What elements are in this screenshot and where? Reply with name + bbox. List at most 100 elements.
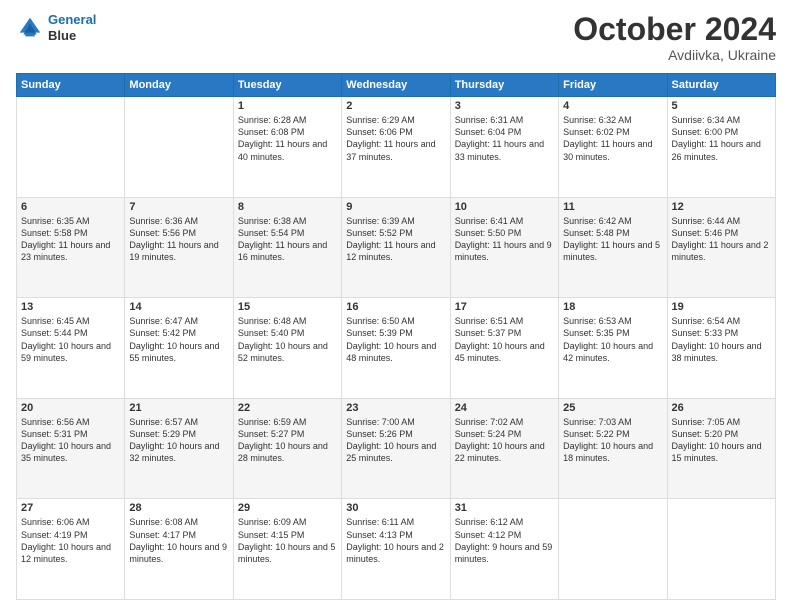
day-info: Sunrise: 6:50 AMSunset: 5:39 PMDaylight:… bbox=[346, 315, 445, 364]
day-info: Sunrise: 6:56 AMSunset: 5:31 PMDaylight:… bbox=[21, 416, 120, 465]
day-info: Sunrise: 6:09 AMSunset: 4:15 PMDaylight:… bbox=[238, 516, 337, 565]
day-info: Sunrise: 7:05 AMSunset: 5:20 PMDaylight:… bbox=[672, 416, 771, 465]
day-info: Sunrise: 6:38 AMSunset: 5:54 PMDaylight:… bbox=[238, 215, 337, 264]
day-info: Sunrise: 6:59 AMSunset: 5:27 PMDaylight:… bbox=[238, 416, 337, 465]
calendar-cell: 11Sunrise: 6:42 AMSunset: 5:48 PMDayligh… bbox=[559, 197, 667, 298]
title-location: Avdiivka, Ukraine bbox=[573, 47, 776, 63]
calendar-week-row: 6Sunrise: 6:35 AMSunset: 5:58 PMDaylight… bbox=[17, 197, 776, 298]
calendar-cell: 4 Sunrise: 6:32 AMSunset: 6:02 PMDaylight… bbox=[559, 97, 667, 198]
calendar-cell: 12 Sunrise: 6:44 AMSunset: 5:46 PMDayligh… bbox=[667, 197, 775, 298]
day-info: Sunrise: 6:45 AMSunset: 5:44 PMDaylight:… bbox=[21, 315, 120, 364]
day-number: 6 bbox=[21, 201, 120, 213]
calendar-cell: 30 Sunrise: 6:11 AMSunset: 4:13 PMDayligh… bbox=[342, 499, 450, 600]
day-number: 3 bbox=[455, 100, 554, 112]
calendar-cell: 6Sunrise: 6:35 AMSunset: 5:58 PMDaylight… bbox=[17, 197, 125, 298]
logo-icon bbox=[16, 14, 44, 42]
day-info: Sunrise: 6:53 AMSunset: 5:35 PMDaylight:… bbox=[563, 315, 662, 364]
calendar-cell: 24 Sunrise: 7:02 AMSunset: 5:24 PMDayligh… bbox=[450, 398, 558, 499]
day-info: Sunrise: 6:36 AMSunset: 5:56 PMDaylight:… bbox=[129, 215, 228, 264]
calendar-cell: 21 Sunrise: 6:57 AMSunset: 5:29 PMDayligh… bbox=[125, 398, 233, 499]
calendar-cell: 22Sunrise: 6:59 AMSunset: 5:27 PMDayligh… bbox=[233, 398, 341, 499]
calendar-cell bbox=[125, 97, 233, 198]
day-number: 21 bbox=[129, 402, 228, 414]
calendar-cell bbox=[17, 97, 125, 198]
day-info: Sunrise: 6:39 AMSunset: 5:52 PMDaylight:… bbox=[346, 215, 445, 264]
day-info: Sunrise: 6:34 AMSunset: 6:00 PMDaylight:… bbox=[672, 114, 771, 163]
day-number: 17 bbox=[455, 301, 554, 313]
day-number: 8 bbox=[238, 201, 337, 213]
calendar-cell: 19Sunrise: 6:54 AMSunset: 5:33 PMDayligh… bbox=[667, 298, 775, 399]
calendar-cell: 9Sunrise: 6:39 AMSunset: 5:52 PMDaylight… bbox=[342, 197, 450, 298]
calendar-cell: 7 Sunrise: 6:36 AMSunset: 5:56 PMDaylight… bbox=[125, 197, 233, 298]
day-number: 29 bbox=[238, 502, 337, 514]
weekday-header: Sunday bbox=[17, 74, 125, 97]
day-number: 27 bbox=[21, 502, 120, 514]
day-number: 31 bbox=[455, 502, 554, 514]
day-number: 7 bbox=[129, 201, 228, 213]
day-info: Sunrise: 7:03 AMSunset: 5:22 PMDaylight:… bbox=[563, 416, 662, 465]
calendar-cell bbox=[559, 499, 667, 600]
day-number: 14 bbox=[129, 301, 228, 313]
day-number: 23 bbox=[346, 402, 445, 414]
calendar-week-row: 20 Sunrise: 6:56 AMSunset: 5:31 PMDayligh… bbox=[17, 398, 776, 499]
calendar-cell: 29 Sunrise: 6:09 AMSunset: 4:15 PMDayligh… bbox=[233, 499, 341, 600]
day-info: Sunrise: 6:31 AMSunset: 6:04 PMDaylight:… bbox=[455, 114, 554, 163]
day-info: Sunrise: 6:29 AMSunset: 6:06 PMDaylight:… bbox=[346, 114, 445, 163]
page: General Blue October 2024 Avdiivka, Ukra… bbox=[0, 0, 792, 612]
calendar-cell bbox=[667, 499, 775, 600]
day-info: Sunrise: 6:57 AMSunset: 5:29 PMDaylight:… bbox=[129, 416, 228, 465]
weekday-header: Monday bbox=[125, 74, 233, 97]
day-number: 16 bbox=[346, 301, 445, 313]
header: General Blue October 2024 Avdiivka, Ukra… bbox=[16, 12, 776, 63]
calendar-week-row: 13 Sunrise: 6:45 AMSunset: 5:44 PMDayligh… bbox=[17, 298, 776, 399]
day-number: 26 bbox=[672, 402, 771, 414]
logo: General Blue bbox=[16, 12, 96, 43]
calendar-cell: 23 Sunrise: 7:00 AMSunset: 5:26 PMDayligh… bbox=[342, 398, 450, 499]
day-number: 25 bbox=[563, 402, 662, 414]
day-number: 13 bbox=[21, 301, 120, 313]
calendar-cell: 2Sunrise: 6:29 AMSunset: 6:06 PMDaylight… bbox=[342, 97, 450, 198]
day-number: 20 bbox=[21, 402, 120, 414]
day-info: Sunrise: 6:48 AMSunset: 5:40 PMDaylight:… bbox=[238, 315, 337, 364]
day-number: 28 bbox=[129, 502, 228, 514]
day-info: Sunrise: 6:44 AMSunset: 5:46 PMDaylight:… bbox=[672, 215, 771, 264]
day-info: Sunrise: 6:47 AMSunset: 5:42 PMDaylight:… bbox=[129, 315, 228, 364]
calendar-cell: 8 Sunrise: 6:38 AMSunset: 5:54 PMDaylight… bbox=[233, 197, 341, 298]
weekday-header: Thursday bbox=[450, 74, 558, 97]
calendar-week-row: 1Sunrise: 6:28 AMSunset: 6:08 PMDaylight… bbox=[17, 97, 776, 198]
day-number: 24 bbox=[455, 402, 554, 414]
calendar-table: SundayMondayTuesdayWednesdayThursdayFrid… bbox=[16, 73, 776, 600]
title-block: October 2024 Avdiivka, Ukraine bbox=[573, 12, 776, 63]
weekday-header: Friday bbox=[559, 74, 667, 97]
day-info: Sunrise: 7:00 AMSunset: 5:26 PMDaylight:… bbox=[346, 416, 445, 465]
calendar-cell: 31 Sunrise: 6:12 AMSunset: 4:12 PMDayligh… bbox=[450, 499, 558, 600]
day-number: 19 bbox=[672, 301, 771, 313]
calendar-cell: 3 Sunrise: 6:31 AMSunset: 6:04 PMDaylight… bbox=[450, 97, 558, 198]
title-month: October 2024 bbox=[573, 12, 776, 47]
calendar-cell: 26 Sunrise: 7:05 AMSunset: 5:20 PMDayligh… bbox=[667, 398, 775, 499]
day-number: 12 bbox=[672, 201, 771, 213]
calendar-cell: 10Sunrise: 6:41 AMSunset: 5:50 PMDayligh… bbox=[450, 197, 558, 298]
calendar-cell: 20 Sunrise: 6:56 AMSunset: 5:31 PMDayligh… bbox=[17, 398, 125, 499]
calendar-cell: 1Sunrise: 6:28 AMSunset: 6:08 PMDaylight… bbox=[233, 97, 341, 198]
calendar-cell: 5 Sunrise: 6:34 AMSunset: 6:00 PMDaylight… bbox=[667, 97, 775, 198]
day-info: Sunrise: 6:08 AMSunset: 4:17 PMDaylight:… bbox=[129, 516, 228, 565]
calendar-cell: 25 Sunrise: 7:03 AMSunset: 5:22 PMDayligh… bbox=[559, 398, 667, 499]
logo-text: General Blue bbox=[48, 12, 96, 43]
day-info: Sunrise: 6:12 AMSunset: 4:12 PMDaylight:… bbox=[455, 516, 554, 565]
day-number: 5 bbox=[672, 100, 771, 112]
day-number: 15 bbox=[238, 301, 337, 313]
day-number: 30 bbox=[346, 502, 445, 514]
day-info: Sunrise: 6:42 AMSunset: 5:48 PMDaylight:… bbox=[563, 215, 662, 264]
calendar-cell: 13 Sunrise: 6:45 AMSunset: 5:44 PMDayligh… bbox=[17, 298, 125, 399]
day-info: Sunrise: 7:02 AMSunset: 5:24 PMDaylight:… bbox=[455, 416, 554, 465]
calendar-cell: 16 Sunrise: 6:50 AMSunset: 5:39 PMDayligh… bbox=[342, 298, 450, 399]
day-info: Sunrise: 6:32 AMSunset: 6:02 PMDaylight:… bbox=[563, 114, 662, 163]
day-number: 10 bbox=[455, 201, 554, 213]
day-number: 4 bbox=[563, 100, 662, 112]
weekday-header: Saturday bbox=[667, 74, 775, 97]
day-info: Sunrise: 6:11 AMSunset: 4:13 PMDaylight:… bbox=[346, 516, 445, 565]
weekday-header: Tuesday bbox=[233, 74, 341, 97]
calendar-cell: 28 Sunrise: 6:08 AMSunset: 4:17 PMDayligh… bbox=[125, 499, 233, 600]
weekday-header: Wednesday bbox=[342, 74, 450, 97]
